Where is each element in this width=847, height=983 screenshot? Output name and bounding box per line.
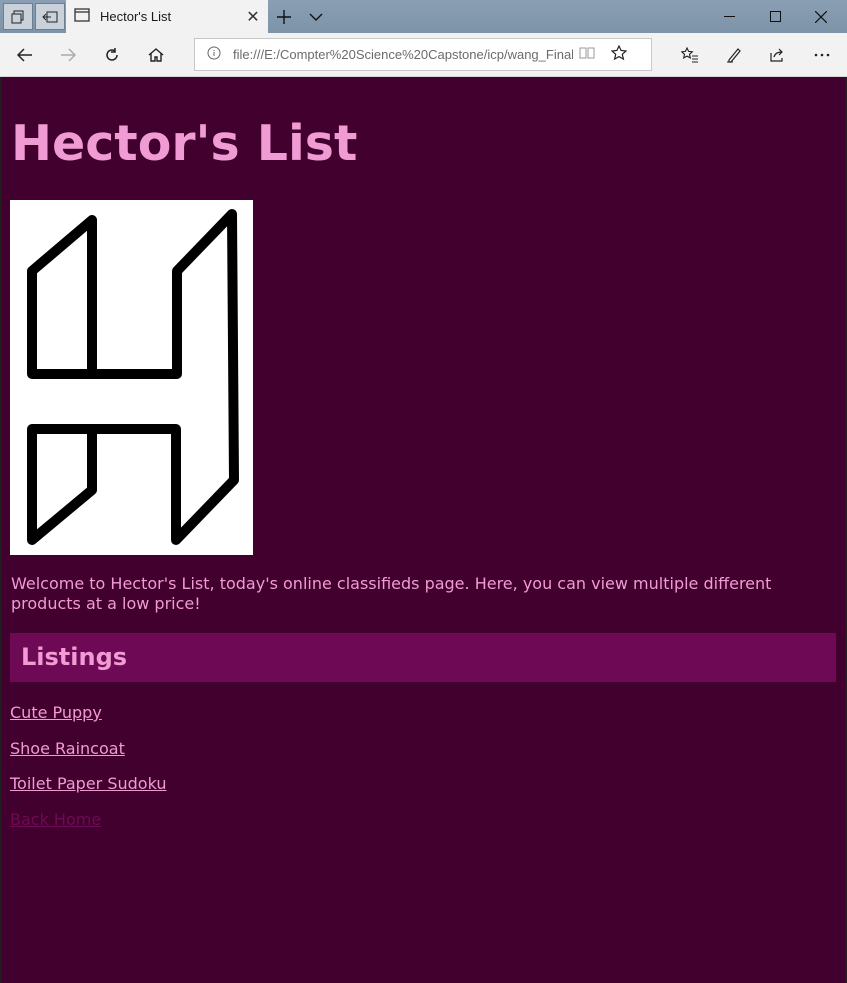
forward-arrow-icon[interactable]	[46, 33, 90, 77]
listings-header: Listings	[10, 633, 836, 682]
window-close-icon[interactable]	[798, 0, 844, 33]
maximize-icon[interactable]	[752, 0, 798, 33]
tab-title: Hector's List	[100, 9, 172, 24]
more-icon[interactable]	[800, 33, 844, 77]
home-icon[interactable]	[134, 33, 178, 77]
star-icon[interactable]	[610, 44, 628, 65]
back-arrow-icon[interactable]	[3, 33, 47, 77]
browser-tab[interactable]: Hector's List ✕	[66, 0, 268, 33]
chevron-down-icon[interactable]	[300, 0, 332, 33]
listings-heading: Listings	[21, 643, 128, 671]
page-icon	[74, 7, 90, 26]
listing-links: Cute Puppy Shoe Raincoat Toilet Paper Su…	[10, 703, 167, 845]
favorites-icon[interactable]	[668, 33, 712, 77]
plus-icon[interactable]	[268, 0, 300, 33]
link-back-home[interactable]: Back Home	[10, 810, 167, 829]
tab-bar: Hector's List ✕	[0, 0, 847, 33]
address-bar[interactable]: file:///E:/Compter%20Science%20Capstone/…	[194, 38, 652, 71]
site-logo	[10, 200, 253, 555]
page-content: Hector's List Welcome to Hector's List, …	[2, 77, 845, 983]
link-cute-puppy[interactable]: Cute Puppy	[10, 703, 167, 722]
pen-icon[interactable]	[712, 33, 756, 77]
minimize-icon[interactable]	[706, 0, 752, 33]
tab-list-icon[interactable]	[3, 3, 33, 30]
address-url[interactable]: file:///E:/Compter%20Science%20Capstone/…	[233, 47, 573, 62]
link-toilet-paper-sudoku[interactable]: Toilet Paper Sudoku	[10, 774, 167, 793]
page-title: Hector's List	[11, 115, 358, 172]
share-icon[interactable]	[755, 33, 799, 77]
back-tab-icon[interactable]	[35, 3, 65, 30]
close-icon[interactable]: ✕	[238, 7, 268, 26]
link-shoe-raincoat[interactable]: Shoe Raincoat	[10, 739, 167, 758]
reading-view-icon[interactable]	[579, 45, 595, 64]
info-icon[interactable]	[207, 45, 221, 64]
welcome-text: Welcome to Hector's List, today's online…	[11, 574, 772, 613]
navigation-bar: file:///E:/Compter%20Science%20Capstone/…	[0, 33, 847, 77]
refresh-icon[interactable]	[90, 33, 134, 77]
